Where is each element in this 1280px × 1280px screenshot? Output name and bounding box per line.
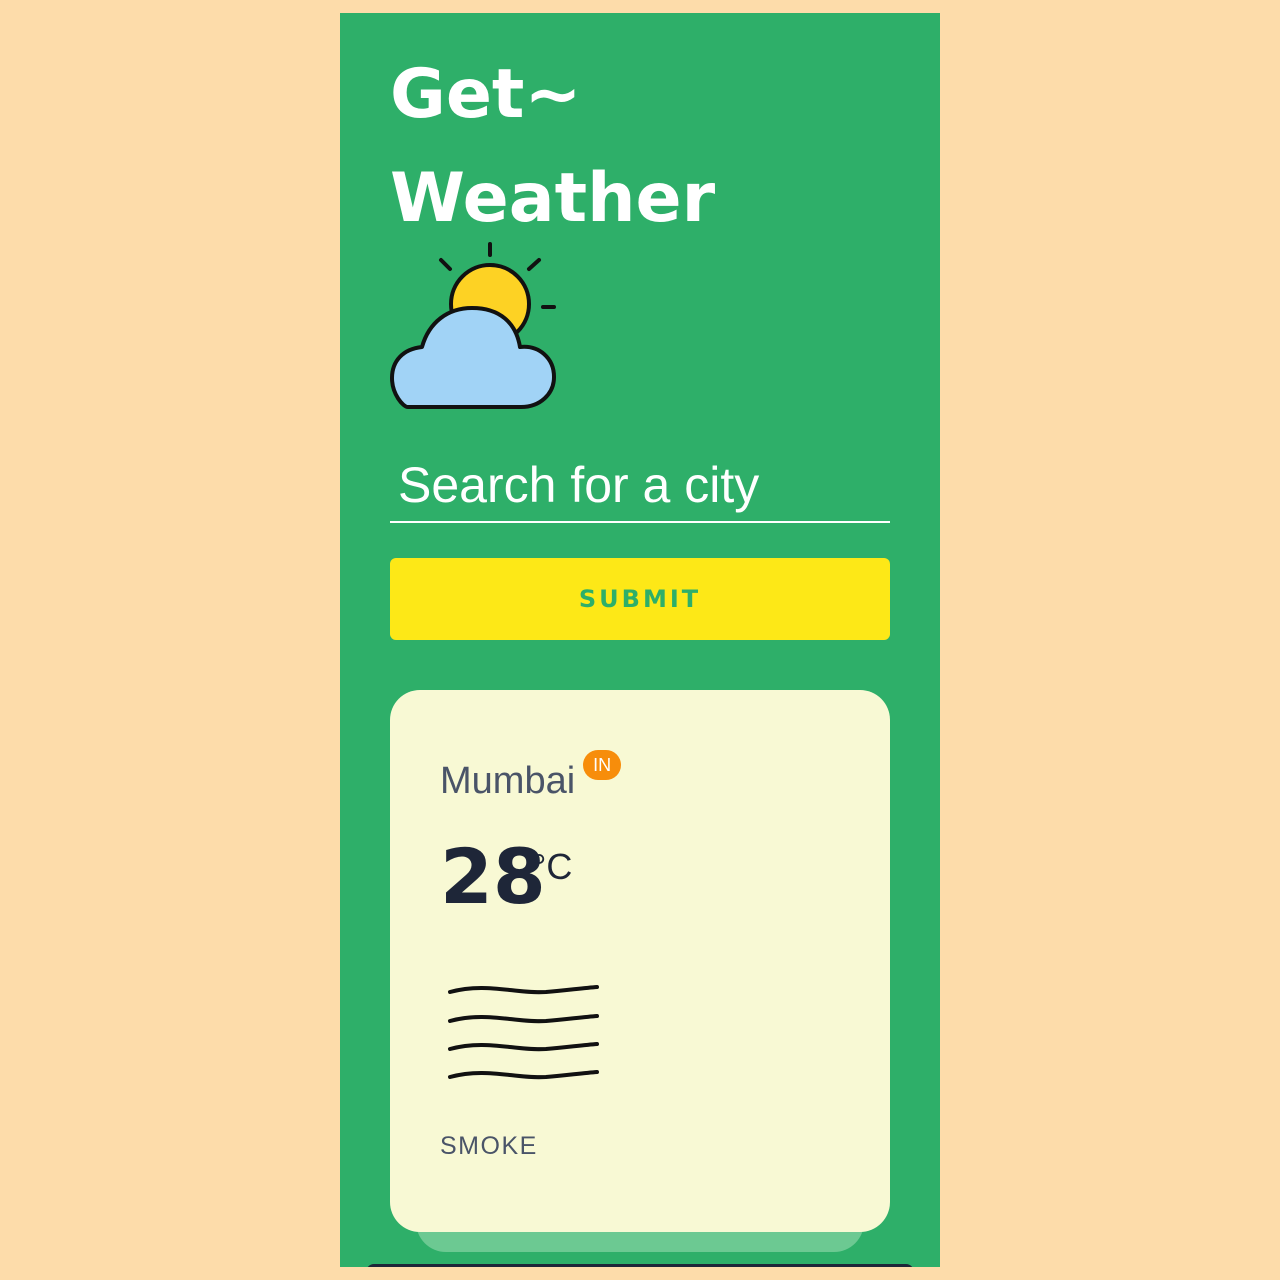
temperature-unit: °C bbox=[532, 846, 573, 887]
weather-description: SMOKE bbox=[440, 1132, 538, 1160]
city-search-input[interactable] bbox=[390, 449, 890, 523]
mist-lines-icon bbox=[448, 985, 599, 1080]
app-title-line-2: Weather bbox=[390, 159, 716, 238]
sun-behind-cloud-icon bbox=[390, 242, 556, 409]
weather-result-card: Mumbai IN 28 °C SMOKE bbox=[390, 690, 890, 1232]
app-container: Get~ Weather SUBMIT MumbaiIN 28 °C bbox=[340, 13, 940, 1267]
country-badge: IN bbox=[583, 749, 622, 780]
city-name: Mumbai IN bbox=[440, 749, 622, 803]
temperature-value: 28 bbox=[440, 832, 546, 921]
city-label: Mumbai bbox=[440, 760, 576, 802]
next-card-edge bbox=[366, 1264, 914, 1267]
app-title-line-1: Get~ bbox=[390, 55, 582, 134]
submit-button[interactable]: SUBMIT bbox=[390, 558, 890, 640]
app-title: Get~ Weather bbox=[390, 43, 715, 251]
